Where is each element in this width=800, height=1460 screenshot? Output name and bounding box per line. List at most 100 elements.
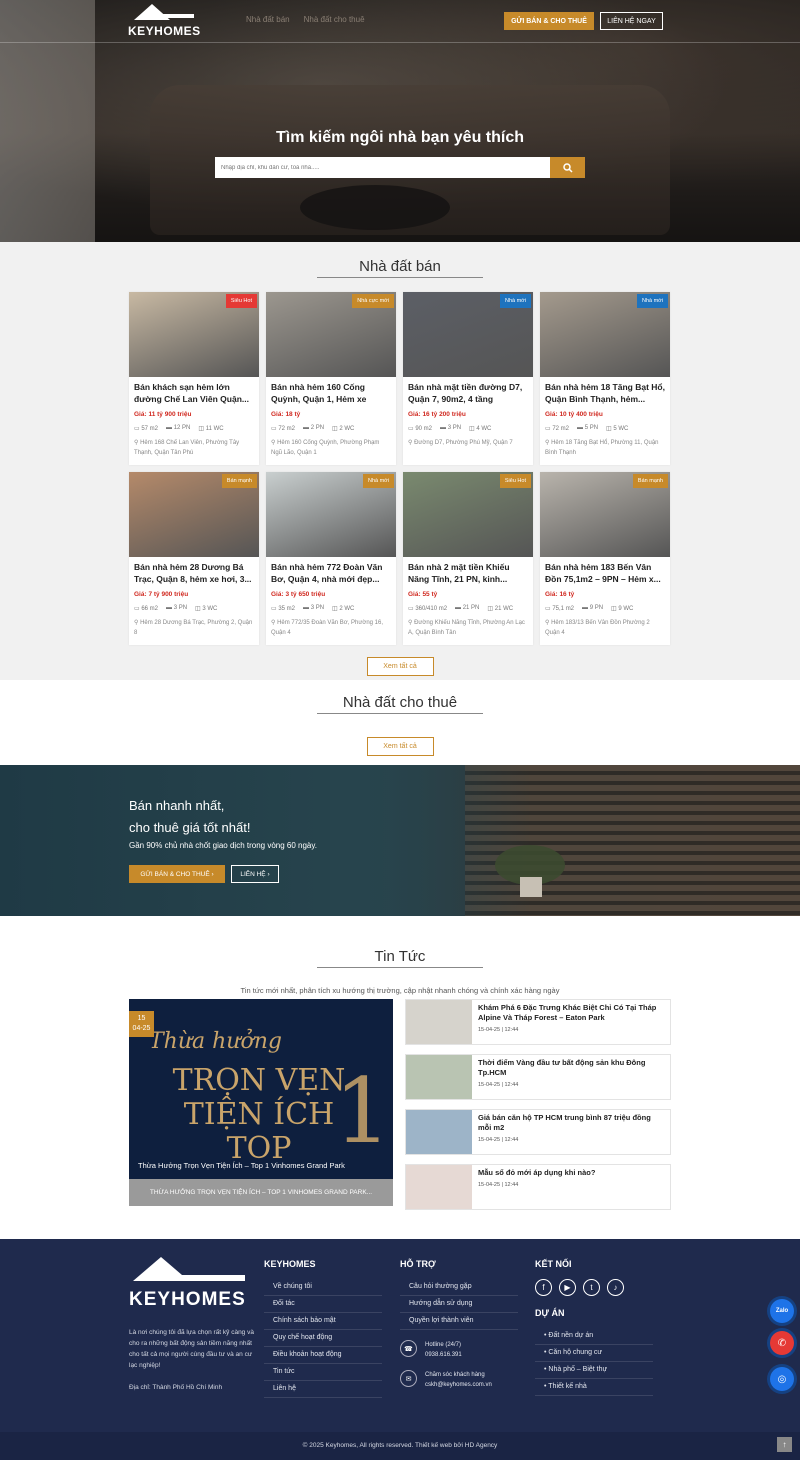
phone-icon: ☎ — [400, 1340, 417, 1357]
property-card[interactable]: Siêu Hot Bán khách sạn hẻm lớn đường Chế… — [129, 292, 259, 465]
back-to-top-icon[interactable]: ↑ — [777, 1437, 792, 1452]
news-item[interactable]: Thời điểm Vàng đầu tư bất động sản khu Đ… — [405, 1054, 671, 1100]
news-thumbnail — [406, 1000, 472, 1044]
footer-project-link[interactable]: • Căn hộ chung cư — [535, 1345, 653, 1362]
property-price: Giá: 18 tỷ — [271, 411, 301, 418]
news-title-underline — [317, 967, 483, 968]
property-address-text: Hẻm 168 Chế Lan Viên, Phường Tây Thạnh, … — [134, 440, 240, 456]
news-item-date: 15-04-25 | 12:44 — [478, 1137, 519, 1143]
footer-link[interactable]: Đối tác — [264, 1296, 382, 1313]
footer-col-company-title: KEYHOMES — [264, 1259, 316, 1269]
footer-project-link[interactable]: • Nhà phố – Biệt thự — [535, 1362, 653, 1379]
news-thumbnail — [406, 1110, 472, 1154]
news-item-title: Mẫu sổ đỏ mới áp dụng khi nào? — [478, 1168, 596, 1177]
footer-link[interactable]: Chính sách bảo mật — [264, 1313, 382, 1330]
news-item[interactable]: Khám Phá 6 Đặc Trưng Khác Biệt Chỉ Có Tạ… — [405, 999, 671, 1045]
property-price: Giá: 10 tỷ 400 triệu — [545, 411, 603, 418]
news-item[interactable]: Giá bán căn hộ TP HCM trung bình 87 triệ… — [405, 1109, 671, 1155]
property-bathrooms: 5 WC — [613, 426, 629, 432]
footer-logo[interactable]: KEYHOMES — [129, 1257, 247, 1317]
rent-view-all-button[interactable]: Xem tất cả — [366, 737, 434, 756]
property-bedrooms: 3 PN — [310, 605, 325, 611]
property-card[interactable]: Nhà mới Bán nhà hẻm 18 Tăng Bạt Hổ, Quận… — [540, 292, 670, 465]
property-card[interactable]: Bán mạnh Bán nhà hẻm 28 Dương Bá Trạc, Q… — [129, 472, 259, 645]
cta-description: Gần 90% chủ nhà chốt giao dịch trong vòn… — [129, 841, 317, 850]
cta-pot-decor — [520, 877, 542, 897]
news-item[interactable]: Mẫu sổ đỏ mới áp dụng khi nào? 15-04-25 … — [405, 1164, 671, 1210]
property-features: ▭ 35 m2 ▬ 3 PN ◫ 2 WC — [266, 598, 396, 612]
footer-care[interactable]: ✉ Chăm sóc khách hàng cskh@keyhomes.com.v… — [400, 1370, 518, 1390]
property-image: Nhà mới — [403, 292, 533, 377]
bed-icon: ▬ — [455, 605, 463, 611]
bed-icon: ▬ — [166, 425, 174, 431]
footer-project-link[interactable]: • Đất nền dự án — [535, 1328, 653, 1345]
sale-grid: Siêu Hot Bán khách sạn hẻm lớn đường Chế… — [129, 292, 671, 645]
property-image: Bán mạnh — [540, 472, 670, 557]
footer-link[interactable]: Về chúng tôi — [264, 1279, 382, 1296]
property-badge: Nhà mới — [499, 294, 531, 308]
footer-support-link[interactable]: Câu hỏi thường gặp — [400, 1279, 518, 1296]
twitter-icon[interactable]: t — [583, 1279, 600, 1296]
property-area: 72 m2 — [552, 426, 570, 432]
featured-title: Thừa Hưởng Trọn Vẹn Tiện Ích – Top 1 Vin… — [138, 1161, 345, 1170]
area-feature: ▭ 72 m2 — [545, 425, 569, 432]
property-address: ⚲ Hẻm 28 Dương Bá Trạc, Phường 2, Quận 8 — [129, 612, 259, 638]
property-bedrooms: 21 PN — [462, 605, 480, 611]
submit-listing-button[interactable]: GỬI BÁN & CHO THUÊ — [504, 12, 594, 30]
property-address-text: Hẻm 28 Dương Bá Trạc, Phường 2, Quận 8 — [134, 620, 253, 636]
bed-feature: ▬ 5 PN — [577, 425, 598, 432]
bath-feature: ◫ 3 WC — [195, 605, 217, 612]
property-features: ▭ 66 m2 ▬ 3 PN ◫ 3 WC — [129, 598, 259, 612]
facebook-icon[interactable]: f — [535, 1279, 552, 1296]
property-card[interactable]: Bán mạnh Bán nhà hẻm 183 Bến Vân Đồn 75,… — [540, 472, 670, 645]
property-image: Nhà mới — [540, 292, 670, 377]
tiktok-icon[interactable]: ♪ — [607, 1279, 624, 1296]
footer-project-link[interactable]: • Thiết kế nhà — [535, 1379, 653, 1396]
nav-sale[interactable]: Nhà đất bán — [246, 15, 290, 24]
property-title: Bán nhà mặt tiền đường D7, Quận 7, 90m2,… — [408, 382, 523, 404]
property-badge: Nhà cực mới — [352, 294, 394, 308]
zalo-float-button[interactable]: Zalo — [770, 1299, 794, 1323]
footer-col-connect-title: KẾT NỐI — [535, 1259, 572, 1269]
cta-contact-button[interactable]: LIÊN HỆ › — [231, 865, 279, 883]
property-bedrooms: 9 PN — [589, 605, 604, 611]
property-card[interactable]: Nhà mới Bán nhà mặt tiền đường D7, Quận … — [403, 292, 533, 465]
footer-support-link[interactable]: Hướng dẫn sử dụng — [400, 1296, 518, 1313]
rent-title-underline — [317, 713, 483, 714]
bed-feature: ▬ 3 PN — [303, 605, 324, 612]
property-title: Bán nhà hẻm 28 Dương Bá Trạc, Quận 8, hẻ… — [134, 562, 252, 584]
logo-key-icon — [158, 14, 194, 18]
phone-float-icon[interactable]: ✆ — [770, 1331, 794, 1355]
footer-hotline[interactable]: ☎ Hotline (24/7) 0938.616.391 — [400, 1340, 518, 1360]
featured-news-card[interactable]: Thừa hưởng TRỌN VẸN TIỆN ÍCH TOP 1 15 04-… — [129, 999, 393, 1206]
nav-rent[interactable]: Nhà đất cho thuê — [304, 15, 365, 24]
sale-view-all-button[interactable]: Xem tất cả — [366, 657, 434, 676]
site-logo[interactable]: KEYHOMES — [128, 4, 201, 38]
bath-feature: ◫ 11 WC — [198, 425, 223, 432]
logo-text: KEYHOMES — [128, 24, 201, 38]
property-features: ▭ 75,1 m2 ▬ 9 PN ◫ 9 WC — [540, 598, 670, 612]
youtube-icon[interactable]: ▶ — [559, 1279, 576, 1296]
featured-caption-bar: THỪA HƯỞNG TRỌN VẸN TIỆN ÍCH – TOP 1 VIN… — [129, 1179, 393, 1206]
bed-icon: ▬ — [440, 425, 448, 431]
cta-submit-button[interactable]: GỬI BÁN & CHO THUÊ › — [129, 865, 225, 883]
footer-link[interactable]: Liên hệ — [264, 1381, 382, 1398]
property-price: Giá: 55 tỷ — [408, 591, 438, 598]
footer-link[interactable]: Quy chế hoạt động — [264, 1330, 382, 1347]
messenger-float-icon[interactable]: ◎ — [770, 1367, 794, 1391]
property-bedrooms: 2 PN — [310, 425, 325, 431]
news-item-title: Giá bán căn hộ TP HCM trung bình 87 triệ… — [478, 1113, 651, 1132]
footer-logo-text: KEYHOMES — [129, 1289, 246, 1310]
footer-link[interactable]: Điều khoản hoạt động — [264, 1347, 382, 1364]
property-address: ⚲ Đường D7, Phường Phú Mỹ, Quận 7 — [403, 432, 533, 448]
property-card[interactable]: Nhà cực mới Bán nhà hẻm 160 Cống Quỳnh, … — [266, 292, 396, 465]
property-card[interactable]: Siêu Hot Bán nhà 2 mặt tiền Khiếu Năng T… — [403, 472, 533, 645]
property-features: ▭ 72 m2 ▬ 2 PN ◫ 2 WC — [266, 418, 396, 432]
property-card[interactable]: Nhà mới Bán nhà hẻm 772 Đoàn Văn Bơ, Quậ… — [266, 472, 396, 645]
contact-now-button[interactable]: LIÊN HỆ NGAY — [600, 12, 663, 30]
search-button[interactable] — [550, 157, 585, 178]
footer-support-link[interactable]: Quyền lợi thành viên — [400, 1313, 518, 1330]
property-badge: Siêu Hot — [225, 294, 257, 308]
search-input[interactable] — [215, 157, 550, 178]
footer-link[interactable]: Tin tức — [264, 1364, 382, 1381]
